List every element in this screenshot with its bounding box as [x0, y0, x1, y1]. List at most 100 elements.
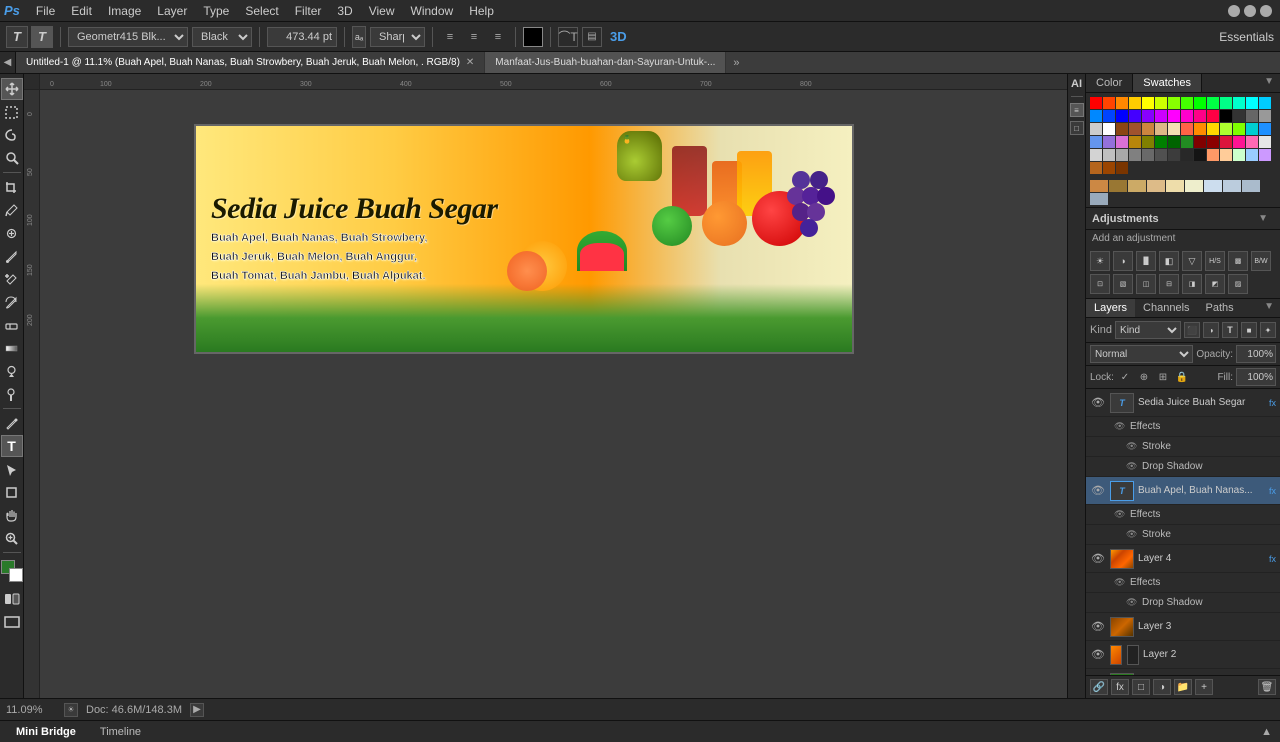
- swatch-31[interactable]: [1129, 123, 1141, 135]
- swatch-68[interactable]: [1246, 149, 1258, 161]
- swatch-26[interactable]: [1246, 110, 1258, 122]
- swatch-38[interactable]: [1220, 123, 1232, 135]
- eraser-tool[interactable]: [1, 314, 23, 336]
- strip-btn-1[interactable]: ≡: [1070, 103, 1084, 117]
- swatch-12[interactable]: [1246, 97, 1258, 109]
- move-tool[interactable]: [1, 78, 23, 100]
- swatch-brown2[interactable]: [1109, 180, 1127, 192]
- adj-colorlookup[interactable]: ◫: [1136, 274, 1156, 294]
- swatch-tan3[interactable]: [1166, 180, 1184, 192]
- swatch-13[interactable]: [1259, 97, 1271, 109]
- swatch-69[interactable]: [1259, 149, 1271, 161]
- swatch-57[interactable]: [1103, 149, 1115, 161]
- crop-tool[interactable]: [1, 176, 23, 198]
- adj-vibrance[interactable]: ▽: [1182, 251, 1202, 271]
- mini-bridge-collapse[interactable]: ▲: [1261, 726, 1272, 738]
- swatch-18[interactable]: [1142, 110, 1154, 122]
- filter-adjust-icon[interactable]: ◑: [1203, 322, 1219, 338]
- gradient-tool[interactable]: [1, 337, 23, 359]
- swatch-33[interactable]: [1155, 123, 1167, 135]
- create-group-btn[interactable]: 📁: [1174, 679, 1192, 695]
- swatch-46[interactable]: [1142, 136, 1154, 148]
- swatch-35[interactable]: [1181, 123, 1193, 135]
- layer-item-4[interactable]: 👁 Layer 4 fx: [1086, 545, 1280, 573]
- swatch-70[interactable]: [1090, 162, 1102, 174]
- layer-sub-4-effects[interactable]: 👁 Effects: [1086, 573, 1280, 593]
- lasso-tool[interactable]: [1, 124, 23, 146]
- menu-type[interactable]: Type: [195, 2, 237, 20]
- swatch-47[interactable]: [1155, 136, 1167, 148]
- text-color-swatch[interactable]: [523, 27, 543, 47]
- swatch-29[interactable]: [1103, 123, 1115, 135]
- swatch-1[interactable]: [1103, 97, 1115, 109]
- quick-select-tool[interactable]: [1, 147, 23, 169]
- background-color[interactable]: [9, 568, 23, 582]
- adj-channelmixer[interactable]: ▧: [1113, 274, 1133, 294]
- menu-image[interactable]: Image: [100, 2, 149, 20]
- healing-tool[interactable]: [1, 222, 23, 244]
- menu-edit[interactable]: Edit: [63, 2, 100, 20]
- swatch-tan2[interactable]: [1147, 180, 1165, 192]
- swatch-54[interactable]: [1246, 136, 1258, 148]
- create-fill-btn[interactable]: ◑: [1153, 679, 1171, 695]
- swatch-51[interactable]: [1207, 136, 1219, 148]
- pen-tool[interactable]: [1, 412, 23, 434]
- layer-sub-eye-2[interactable]: 👁: [1126, 441, 1138, 452]
- swatch-7[interactable]: [1181, 97, 1193, 109]
- align-center-btn[interactable]: ≡: [464, 27, 484, 47]
- tab-manfaat[interactable]: Manfaat-Jus-Buah-buahan-dan-Sayuran-Untu…: [485, 52, 726, 73]
- swatch-lightblue2[interactable]: [1223, 180, 1241, 192]
- swatch-34[interactable]: [1168, 123, 1180, 135]
- swatch-24[interactable]: [1220, 110, 1232, 122]
- swatch-3[interactable]: [1129, 97, 1141, 109]
- filter-type-icon[interactable]: T: [1222, 322, 1238, 338]
- layer-sub-eye-4[interactable]: 👁: [1114, 509, 1126, 520]
- swatch-16[interactable]: [1116, 110, 1128, 122]
- hand-tool[interactable]: [1, 504, 23, 526]
- adj-invert[interactable]: ⊟: [1159, 274, 1179, 294]
- font-style-select[interactable]: Black: [192, 27, 252, 47]
- layers-tab[interactable]: Layers: [1086, 299, 1135, 317]
- stamp-tool[interactable]: [1, 268, 23, 290]
- status-arrow-btn[interactable]: ▶: [190, 703, 204, 717]
- delete-layer-btn[interactable]: 🗑: [1258, 679, 1276, 695]
- swatches-tab[interactable]: Swatches: [1133, 74, 1202, 92]
- zoom-tool[interactable]: [1, 527, 23, 549]
- lock-pixels-btn[interactable]: ✓: [1117, 369, 1133, 385]
- blur-tool[interactable]: [1, 360, 23, 382]
- menu-view[interactable]: View: [361, 2, 403, 20]
- adj-colorbalance[interactable]: ▩: [1228, 251, 1248, 271]
- zoom-indicator[interactable]: ☀: [64, 703, 78, 717]
- filter-select[interactable]: Kind: [1115, 321, 1181, 339]
- swatch-50[interactable]: [1194, 136, 1206, 148]
- swatch-15[interactable]: [1103, 110, 1115, 122]
- swatch-5[interactable]: [1155, 97, 1167, 109]
- layer-eye-3[interactable]: 👁: [1090, 619, 1106, 635]
- adj-exposure[interactable]: ◧: [1159, 251, 1179, 271]
- swatch-gray2[interactable]: [1090, 193, 1108, 205]
- history-brush-tool[interactable]: [1, 291, 23, 313]
- adj-curves[interactable]: ◑: [1113, 251, 1133, 271]
- swatch-62[interactable]: [1168, 149, 1180, 161]
- swatch-23[interactable]: [1207, 110, 1219, 122]
- filter-shape-icon[interactable]: ■: [1241, 322, 1257, 338]
- swatch-53[interactable]: [1233, 136, 1245, 148]
- new-layer-btn[interactable]: +: [1195, 679, 1213, 695]
- swatch-17[interactable]: [1129, 110, 1141, 122]
- swatch-48[interactable]: [1168, 136, 1180, 148]
- lock-artboards-btn[interactable]: ⊞: [1155, 369, 1171, 385]
- paths-tab[interactable]: Paths: [1198, 299, 1242, 317]
- swatch-10[interactable]: [1220, 97, 1232, 109]
- layer-sub-eye-3[interactable]: 👁: [1126, 461, 1138, 472]
- swatch-20[interactable]: [1168, 110, 1180, 122]
- minimize-btn[interactable]: [1228, 5, 1240, 17]
- swatch-39[interactable]: [1233, 123, 1245, 135]
- canvas-area[interactable]: 0100 200300 400500 600700 800 0 50 100 1…: [24, 74, 1067, 698]
- layer-sub-eye-6[interactable]: 👁: [1114, 577, 1126, 588]
- swatch-45[interactable]: [1129, 136, 1141, 148]
- path-select-tool[interactable]: [1, 458, 23, 480]
- layers-panel-collapse[interactable]: ▼: [1258, 299, 1280, 317]
- swatch-52[interactable]: [1220, 136, 1232, 148]
- swatch-67[interactable]: [1233, 149, 1245, 161]
- lock-position-btn[interactable]: ⊕: [1136, 369, 1152, 385]
